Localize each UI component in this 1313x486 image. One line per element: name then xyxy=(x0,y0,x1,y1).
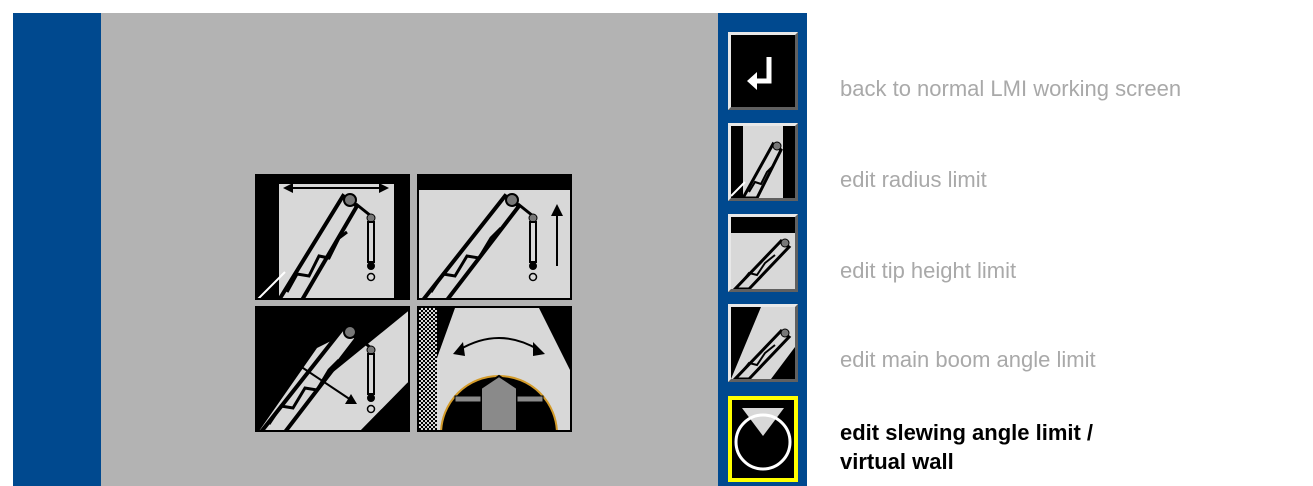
slewing-angle-limit-label: edit slewing angle limit / virtual wall xyxy=(840,420,1094,474)
radius-limit-button[interactable] xyxy=(728,123,798,201)
back-button[interactable] xyxy=(728,32,798,110)
lmi-screen xyxy=(13,13,807,486)
left-side-bar xyxy=(13,13,101,486)
tip-height-limit-button[interactable] xyxy=(728,214,798,292)
right-button-bar xyxy=(718,13,807,486)
radius-limit-icon xyxy=(731,126,795,198)
slewing-angle-limit-button[interactable] xyxy=(728,396,798,482)
back-button-label: back to normal LMI working screen xyxy=(840,76,1182,101)
limit-icons-panel xyxy=(255,174,590,444)
slewing-angle-limit-icon xyxy=(417,306,572,432)
tip-height-limit-label: edit tip height limit xyxy=(840,258,1017,283)
tip-height-limit-icon xyxy=(417,174,572,300)
slewing-angle-limit-icon xyxy=(732,400,794,478)
boom-angle-limit-label: edit main boom angle limit xyxy=(840,347,1096,372)
return-arrow-icon xyxy=(731,35,795,107)
boom-angle-limit-icon xyxy=(255,306,410,432)
radius-limit-icon xyxy=(255,174,410,300)
tip-height-limit-icon xyxy=(731,217,795,289)
boom-angle-limit-icon xyxy=(731,307,795,379)
radius-limit-label: edit radius limit xyxy=(840,167,987,192)
boom-angle-limit-button[interactable] xyxy=(728,304,798,382)
